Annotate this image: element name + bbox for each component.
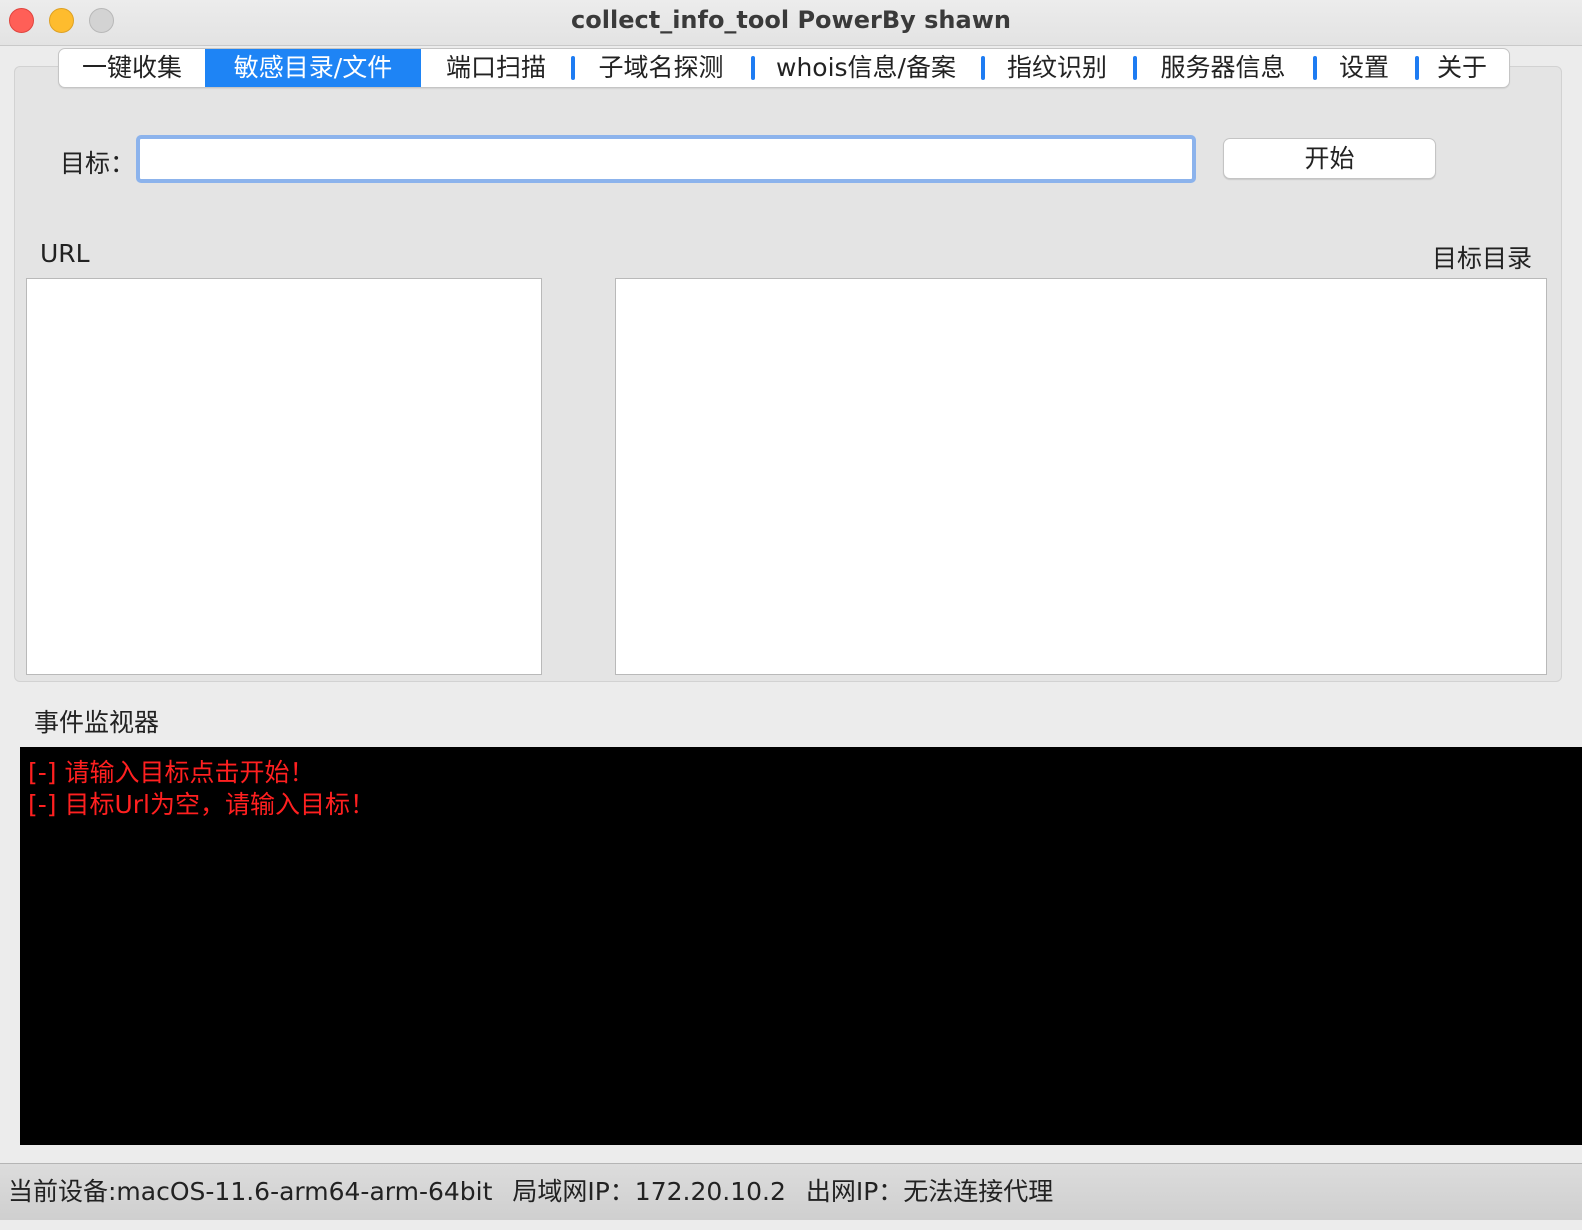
target-label: 目标： (60, 149, 136, 178)
tab-whois-record[interactable]: whois信息/备案 (751, 49, 981, 87)
status-lan-ip: 局域网IP：172.20.10.2 (512, 1177, 786, 1206)
tab-settings[interactable]: 设置 (1313, 49, 1415, 87)
tab-one-click-collect[interactable]: 一键收集 (59, 49, 205, 87)
target-directory-label: 目标目录 (1431, 244, 1532, 273)
tab-bar: 一键收集 敏感目录/文件 端口扫描 子域名探测 whois信息/备案 指纹识别 … (58, 48, 1510, 88)
target-directory-list[interactable] (615, 278, 1547, 675)
event-monitor-label: 事件监视器 (34, 708, 160, 737)
tab-subdomain-detection[interactable]: 子域名探测 (571, 49, 751, 87)
console-line: [-] 请输入目标点击开始！ (28, 758, 315, 787)
tab-port-scan[interactable]: 端口扫描 (421, 49, 571, 87)
tab-about[interactable]: 关于 (1415, 49, 1509, 87)
window-title: collect_info_tool PowerBy shawn (571, 6, 1011, 34)
start-button[interactable]: 开始 (1223, 138, 1436, 179)
tab-sensitive-directories[interactable]: 敏感目录/文件 (205, 49, 421, 87)
console-line: [-] 目标Url为空，请输入目标！ (28, 790, 375, 819)
status-wan-ip: 出网IP：无法连接代理 (805, 1177, 1054, 1206)
event-monitor-console[interactable]: [-] 请输入目标点击开始！ [-] 目标Url为空，请输入目标！ (20, 747, 1582, 1145)
target-input[interactable] (136, 135, 1196, 183)
tab-fingerprint[interactable]: 指纹识别 (981, 49, 1133, 87)
status-device: 当前设备:macOS-11.6-arm64-arm-64bit (8, 1177, 493, 1206)
title-bar: collect_info_tool PowerBy shawn (0, 0, 1582, 46)
url-label: URL (40, 239, 90, 268)
url-list[interactable] (26, 278, 542, 675)
tab-server-info[interactable]: 服务器信息 (1133, 49, 1313, 87)
status-bar: 当前设备:macOS-11.6-arm64-arm-64bit 局域网IP：17… (0, 1163, 1582, 1220)
